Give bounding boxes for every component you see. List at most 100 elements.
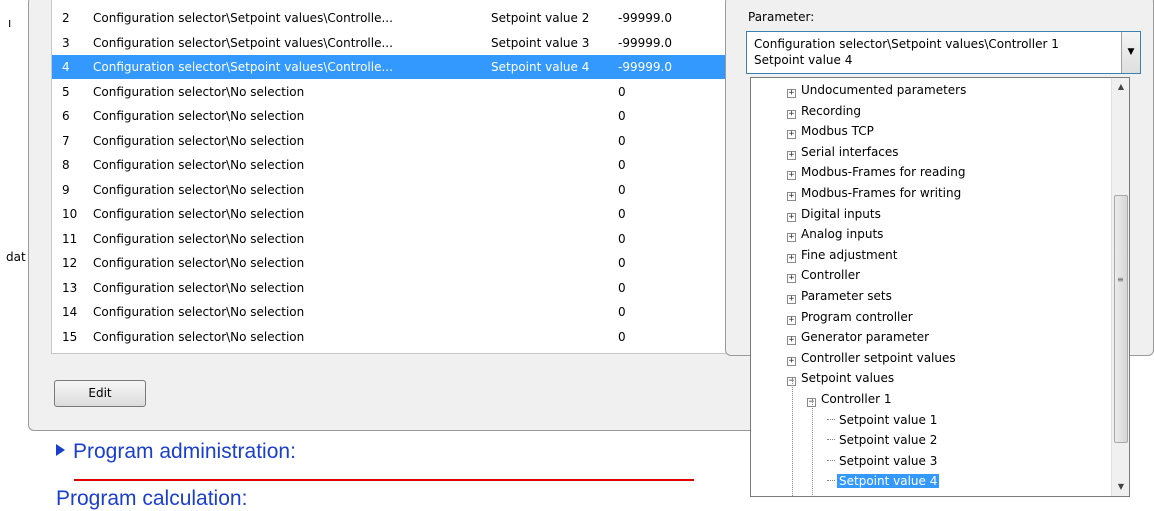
tree-connector-icon — [827, 459, 835, 461]
section-heading-text: Program administration: — [73, 440, 296, 463]
expand-plus-icon[interactable]: + — [787, 233, 796, 243]
table-row[interactable]: 3 Configuration selector\Setpoint values\… — [52, 31, 730, 55]
parameter-combobox[interactable]: Configuration selector\Setpoint values\C… — [746, 31, 1141, 74]
expand-plus-icon[interactable]: + — [787, 253, 796, 263]
parameter-label: Parameter: — [748, 10, 815, 24]
row-path: Configuration selector\No selection — [93, 133, 305, 148]
row-value: 0 — [618, 329, 626, 344]
expand-plus-icon[interactable]: + — [787, 356, 796, 366]
table-row[interactable]: 10 Configuration selector\No selection 0 — [52, 202, 730, 226]
row-number: 3 — [62, 35, 70, 50]
expand-plus-icon[interactable]: + — [787, 336, 796, 346]
tree-node[interactable]: + Controller — [787, 265, 862, 285]
tree-node[interactable]: + Modbus-Frames for reading — [787, 162, 967, 182]
tree-node-label: Controller setpoint values — [801, 350, 956, 365]
tree-connector-icon — [827, 418, 835, 420]
table-row[interactable]: 14 Configuration selector\No selection 0 — [52, 300, 730, 324]
tree-node[interactable]: + Recording — [787, 101, 863, 121]
section-heading-2: Program calculation: — [56, 487, 247, 511]
row-path: Configuration selector\No selection — [93, 256, 305, 270]
dropdown-arrow-icon[interactable]: ▼ — [1121, 32, 1140, 73]
tree-node-label: Modbus TCP — [801, 124, 874, 139]
parameter-tree: + Undocumented parameters + Recording + Modbu… — [750, 77, 1130, 497]
tree-node[interactable]: Setpoint value 1 — [827, 410, 939, 430]
expand-plus-icon[interactable]: + — [787, 89, 796, 98]
row-path: Configuration selector\No selection — [93, 158, 305, 172]
table-row[interactable]: 11 Configuration selector\No selection 0 — [52, 227, 730, 251]
table-row[interactable]: 15 Configuration selector\No selection 0 — [52, 325, 730, 349]
expand-plus-icon[interactable]: + — [787, 171, 796, 181]
table-row[interactable]: 8 Configuration selector\No selection 0 — [52, 153, 730, 177]
expand-plus-icon[interactable]: + — [787, 130, 796, 140]
tree-node-label: Setpoint value 3 — [839, 453, 938, 468]
row-value: 0 — [618, 207, 626, 221]
tree-node[interactable]: + Digital inputs — [787, 204, 883, 224]
expand-plus-icon[interactable]: + — [787, 295, 796, 304]
row-path: Configuration selector\No selection — [93, 207, 305, 221]
tree-node[interactable]: Setpoint value 3 — [827, 451, 939, 471]
tree-node[interactable]: + Undocumented parameters — [787, 80, 968, 100]
table-row[interactable]: 9 Configuration selector\No selection 0 — [52, 178, 730, 202]
tree-node-label: Parameter sets — [801, 289, 892, 303]
tree-node-label: Fine adjustment — [801, 247, 898, 262]
tree-node[interactable]: + Modbus TCP — [787, 121, 876, 141]
section-heading: Program administration: — [56, 440, 296, 464]
table-row[interactable]: 6 Configuration selector\No selection 0 — [52, 104, 730, 128]
tree-node[interactable]: + Analog inputs — [787, 224, 885, 244]
row-value: -99999.0 — [618, 60, 672, 74]
triangle-bullet-icon — [56, 444, 65, 456]
table-row[interactable]: 5 Configuration selector\No selection 0 — [52, 80, 730, 104]
expand-plus-icon[interactable]: + — [787, 315, 796, 325]
background-text-mid: dat — [6, 250, 26, 264]
expand-plus-icon[interactable]: + — [787, 109, 796, 119]
table-row[interactable]: 13 Configuration selector\No selection 0 — [52, 276, 730, 300]
tree-node[interactable]: + Modbus-Frames for writing — [787, 183, 963, 203]
row-value: 0 — [618, 231, 626, 246]
configuration-list: 2 Configuration selector\Setpoint values\… — [51, 0, 731, 354]
scroll-down-arrow-icon[interactable]: ▼ — [1112, 478, 1130, 496]
table-row[interactable]: 2 Configuration selector\Setpoint values\… — [52, 6, 730, 30]
tree-node-label: Setpoint values — [801, 371, 895, 386]
edit-button[interactable]: Edit — [54, 380, 146, 407]
expand-plus-icon[interactable]: + — [787, 274, 796, 284]
row-number: 2 — [62, 11, 70, 25]
tree-node[interactable]: − Setpoint values — [787, 368, 896, 388]
tree-node[interactable]: +Controller 2 — [807, 492, 893, 496]
tree-node[interactable]: Setpoint value 4 — [827, 471, 940, 491]
row-path: Configuration selector\No selection — [93, 280, 305, 295]
row-value: 0 — [618, 305, 626, 319]
table-row[interactable]: 7 Configuration selector\No selection 0 — [52, 129, 730, 153]
background-text-top: ı — [8, 16, 12, 30]
tree-node[interactable]: Setpoint value 2 — [827, 430, 939, 450]
row-path: Configuration selector\Setpoint values\C… — [93, 11, 393, 25]
row-name: Setpoint value 2 — [491, 11, 590, 25]
tree-node[interactable]: + Program controller — [787, 307, 915, 327]
tree-node[interactable]: + Controller setpoint values — [787, 348, 958, 368]
tree-node[interactable]: + Fine adjustment — [787, 245, 899, 265]
scroll-up-arrow-icon[interactable]: ▲ — [1112, 78, 1130, 96]
row-name: Setpoint value 4 — [491, 60, 590, 74]
row-path: Configuration selector\No selection — [93, 305, 305, 319]
tree-node-label: Controller — [801, 268, 861, 283]
tree-scrollbar[interactable]: ▲ ≡ ▼ — [1111, 78, 1129, 496]
row-path: Configuration selector\No selection — [93, 329, 305, 344]
row-number: 5 — [62, 84, 70, 99]
expand-plus-icon[interactable]: + — [787, 150, 796, 160]
row-number: 7 — [62, 133, 70, 148]
table-row[interactable]: 4 Configuration selector\Setpoint values\… — [52, 55, 730, 79]
tree-branch-line — [812, 399, 813, 496]
scrollbar-thumb[interactable] — [1114, 195, 1128, 443]
expand-plus-icon[interactable]: + — [787, 192, 796, 201]
expand-plus-icon[interactable]: + — [787, 212, 796, 222]
tree-node-label: Setpoint value 1 — [839, 412, 938, 427]
tree-node-label: Modbus-Frames for reading — [801, 165, 966, 180]
row-number: 13 — [62, 280, 78, 295]
tree-node[interactable]: + Generator parameter — [787, 327, 931, 347]
table-row[interactable]: 12 Configuration selector\No selection 0 — [52, 251, 730, 275]
tree-node[interactable]: − Controller 1 — [807, 389, 893, 409]
tree-node[interactable]: + Parameter sets — [787, 286, 894, 306]
tree-node[interactable]: + Serial interfaces — [787, 142, 901, 162]
row-value: 0 — [618, 158, 626, 172]
row-number: 12 — [62, 256, 78, 270]
row-value: 0 — [618, 182, 626, 197]
